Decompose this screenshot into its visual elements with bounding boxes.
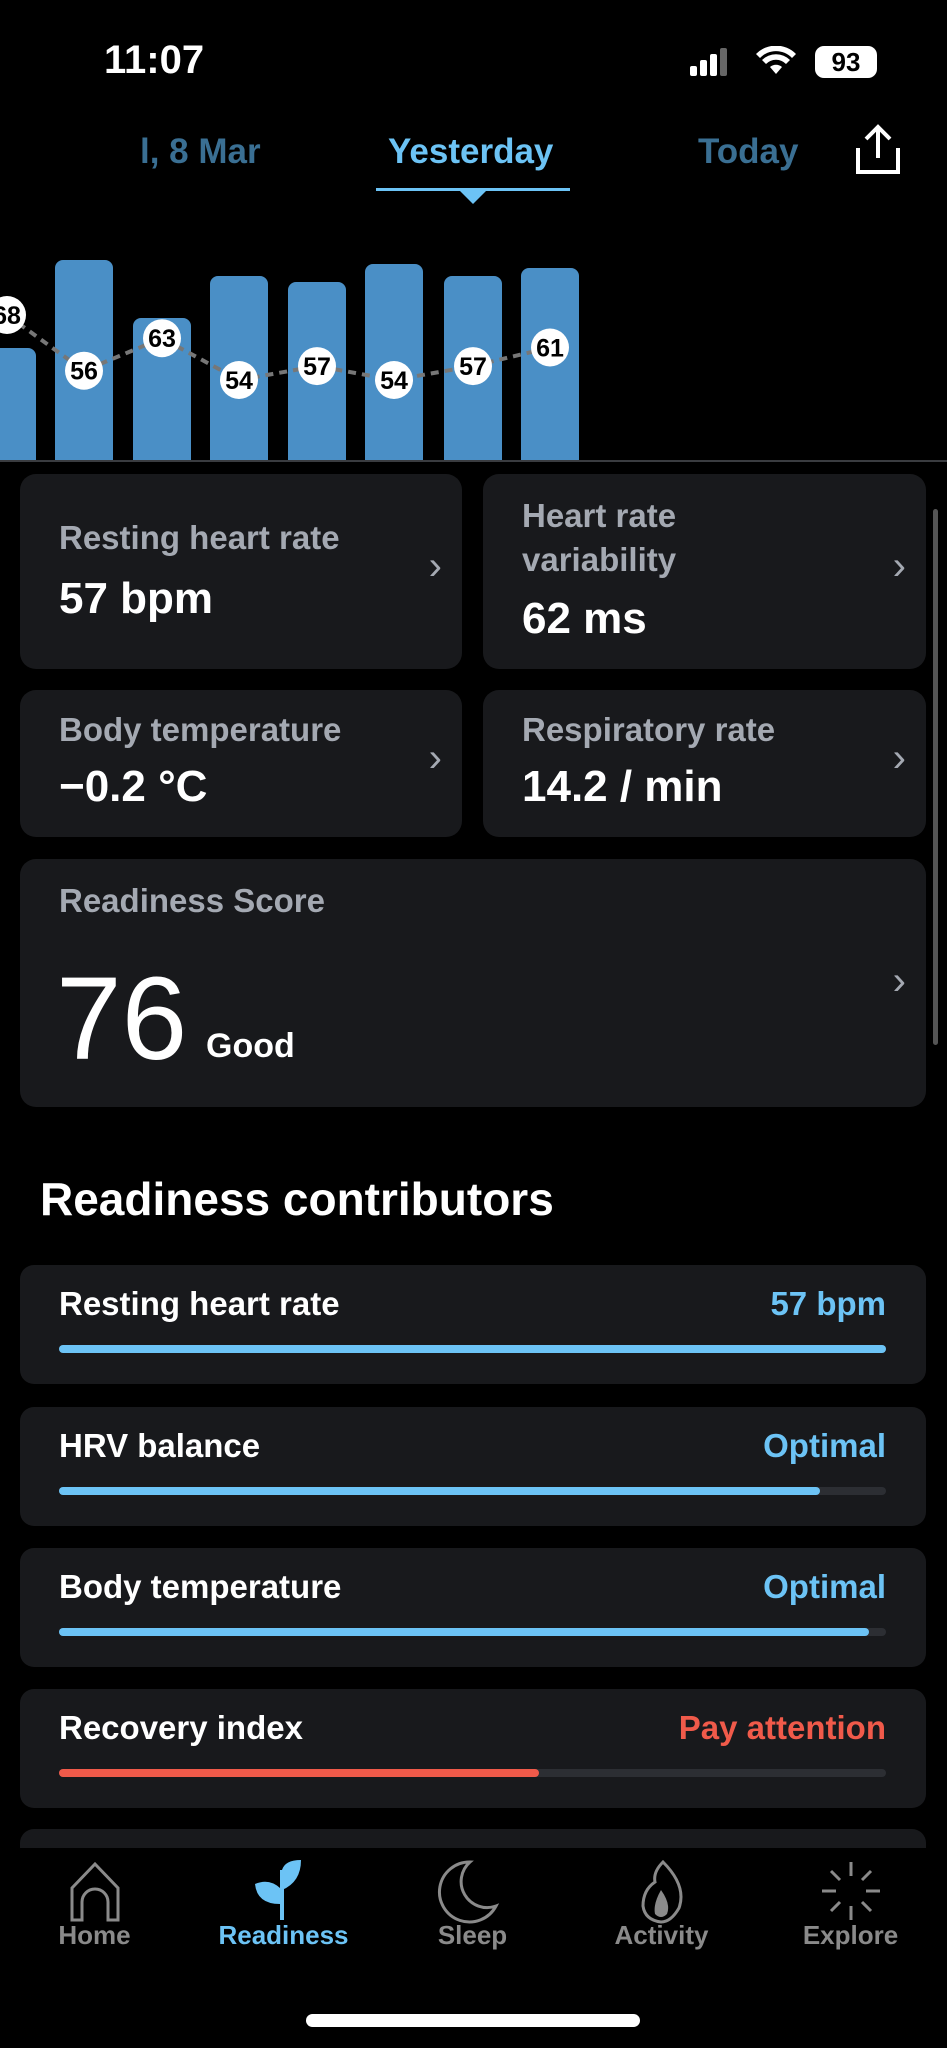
contributor-name: Resting heart rate	[59, 1285, 340, 1322]
nav-tab-sleep[interactable]: Sleep	[378, 1920, 567, 1951]
nav-tab-home[interactable]: Home	[0, 1920, 189, 1951]
metric-card-respiratory-rate[interactable]: Respiratory rate 14.2 / min ›	[483, 690, 926, 837]
contributor-progress-fill	[59, 1345, 886, 1353]
chart-bar	[0, 348, 36, 462]
tab-today[interactable]: Today	[698, 132, 798, 172]
scrollbar[interactable]	[933, 509, 938, 1045]
moon-icon[interactable]	[378, 1860, 567, 1924]
trend-point-label: 54	[380, 367, 408, 395]
contributor-progress-track	[59, 1345, 886, 1353]
battery-indicator: 93	[815, 46, 877, 78]
contributor-status: Optimal	[763, 1568, 886, 1605]
share-icon[interactable]	[852, 124, 904, 181]
contributor-status: 57 bpm	[770, 1285, 886, 1322]
metric-label: Resting heart rate	[59, 519, 340, 556]
metric-label: Heart rate variability	[522, 497, 677, 578]
contributor-name: Body temperature	[59, 1568, 342, 1605]
chevron-right-icon: ›	[428, 736, 442, 780]
trend-point-label: 63	[148, 325, 176, 353]
chevron-right-icon: ›	[892, 544, 906, 588]
metric-card-resting-heart-rate[interactable]: Resting heart rate 57 bpm ›	[20, 474, 462, 669]
home-indicator	[306, 2014, 640, 2027]
metric-value: 62 ms	[522, 594, 647, 643]
contributor-progress-fill	[59, 1487, 820, 1495]
signal-icon	[690, 48, 730, 76]
nav-tab-readiness[interactable]: Readiness	[189, 1920, 378, 1951]
metric-label: Body temperature	[59, 711, 342, 748]
wifi-icon	[756, 45, 796, 81]
home-icon[interactable]	[0, 1860, 189, 1924]
trend-point-label: 56	[70, 358, 98, 386]
contributor-row[interactable]: HRV balance Optimal	[20, 1407, 926, 1526]
readiness-rating: Good	[206, 1027, 295, 1065]
readiness-sprout-icon[interactable]	[189, 1860, 378, 1924]
chevron-right-icon: ›	[892, 736, 906, 780]
metric-label: Respiratory rate	[522, 711, 776, 748]
contributor-progress-track	[59, 1487, 886, 1495]
nav-tab-explore[interactable]: Explore	[756, 1920, 945, 1951]
contributor-row[interactable]: Recovery index Pay attention	[20, 1689, 926, 1808]
contributor-progress-fill	[59, 1769, 539, 1777]
trend-point-label: 57	[303, 353, 331, 381]
status-time: 11:07	[104, 38, 205, 82]
readiness-score-label: Readiness Score	[59, 882, 325, 919]
contributor-progress-track	[59, 1628, 886, 1636]
contributor-name: Recovery index	[59, 1709, 303, 1746]
contributor-progress-track	[59, 1769, 886, 1777]
tab-previous-day[interactable]: l, 8 Mar	[140, 132, 261, 172]
metric-card-hrv[interactable]: Heart rate variability 62 ms ›	[483, 474, 926, 669]
nav-tab-activity[interactable]: Activity	[567, 1920, 756, 1951]
flame-icon[interactable]	[567, 1859, 756, 1924]
trend-point-label: 61	[536, 335, 564, 363]
trend-point-label: 68	[0, 302, 21, 330]
readiness-trend-chart: 68 56 63 54 57 54 57 61	[0, 260, 579, 462]
chevron-right-icon: ›	[428, 544, 442, 588]
contributor-row[interactable]: Resting heart rate 57 bpm	[20, 1265, 926, 1384]
contributors-heading: Readiness contributors	[40, 1173, 554, 1225]
metric-value: 57 bpm	[59, 574, 214, 623]
metric-value: 14.2 / min	[522, 762, 723, 811]
chart-baseline	[0, 460, 947, 462]
tab-pointer	[459, 190, 487, 204]
readiness-score-value: 76	[56, 953, 188, 1085]
contributor-row[interactable]: Body temperature Optimal	[20, 1548, 926, 1667]
metric-value: −0.2 °C	[59, 762, 208, 811]
trend-point-label: 57	[459, 353, 487, 381]
contributor-progress-fill	[59, 1628, 870, 1636]
contributor-status: Optimal	[763, 1427, 886, 1464]
trend-point-label: 54	[225, 367, 253, 395]
explore-sparkle-icon[interactable]	[756, 1860, 945, 1924]
contributor-name: HRV balance	[59, 1427, 261, 1464]
contributor-status: Pay attention	[678, 1709, 886, 1746]
chevron-right-icon: ›	[892, 959, 906, 1003]
metric-card-body-temperature[interactable]: Body temperature −0.2 °C ›	[20, 690, 462, 837]
tab-yesterday[interactable]: Yesterday	[388, 132, 553, 172]
readiness-score-card[interactable]: Readiness Score 76 Good ›	[20, 859, 926, 1107]
